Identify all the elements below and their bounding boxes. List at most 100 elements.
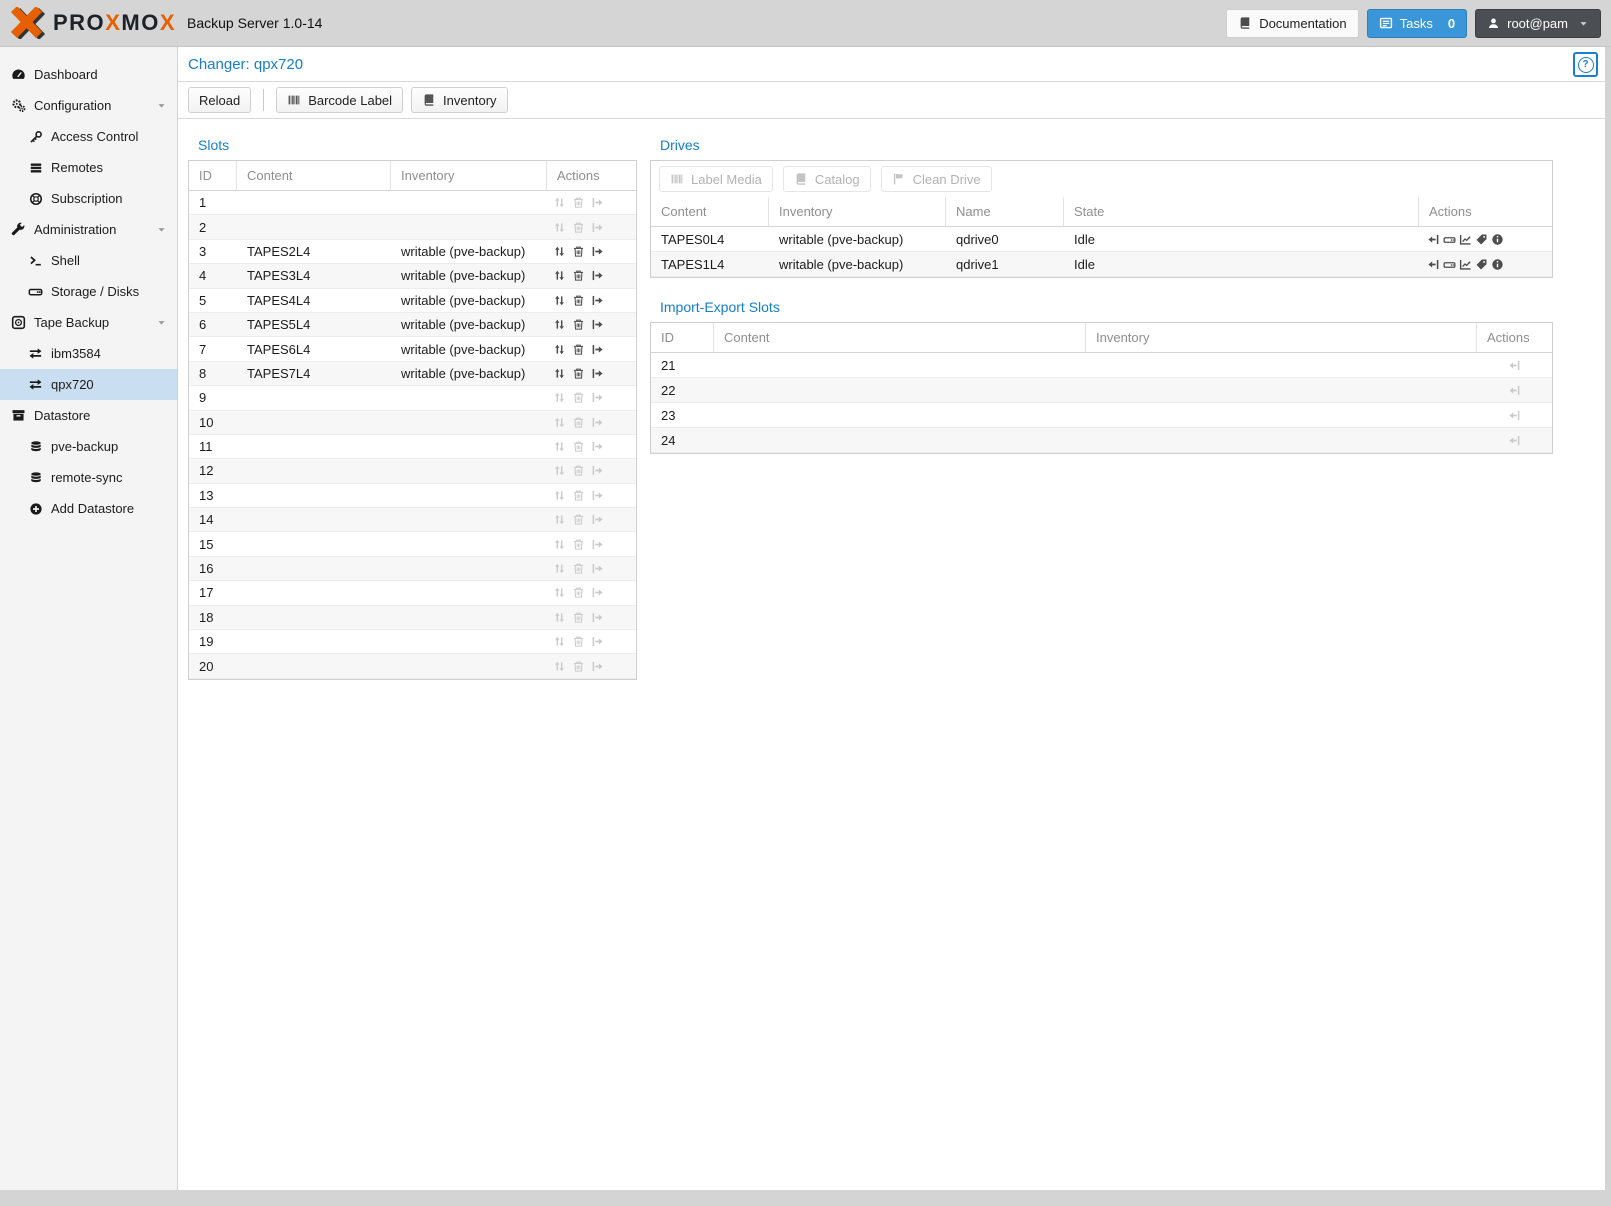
database-icon xyxy=(27,471,44,485)
sidebar-item-remote-sync[interactable]: remote-sync xyxy=(0,462,177,493)
column-header-inventory[interactable]: Inventory xyxy=(1086,323,1477,352)
trash-icon[interactable] xyxy=(572,318,585,331)
ie-slot-id: 22 xyxy=(651,383,714,398)
table-row[interactable]: 13 xyxy=(189,484,636,508)
load-icon[interactable] xyxy=(591,269,604,282)
trash-icon[interactable] xyxy=(572,343,585,356)
load-icon[interactable] xyxy=(591,245,604,258)
sidebar-item-qpx720[interactable]: qpx720 xyxy=(0,369,177,400)
column-header-id[interactable]: ID xyxy=(651,323,714,352)
sidebar-item-storage-disks[interactable]: Storage / Disks xyxy=(0,276,177,307)
table-row[interactable]: 8 TAPES7L4 writable (pve-backup) xyxy=(189,362,636,386)
user-menu-button[interactable]: root@pam xyxy=(1475,9,1601,38)
table-row[interactable]: 6 TAPES5L4 writable (pve-backup) xyxy=(189,313,636,337)
tag-icon[interactable] xyxy=(1475,233,1488,246)
table-row[interactable]: TAPES1L4 writable (pve-backup) qdrive1 I… xyxy=(651,252,1552,277)
trash-icon[interactable] xyxy=(572,245,585,258)
load-icon[interactable] xyxy=(591,343,604,356)
slot-actions xyxy=(547,318,636,331)
hdd-icon[interactable] xyxy=(1443,258,1456,271)
table-row[interactable]: 24 xyxy=(651,428,1552,453)
chart-line-icon[interactable] xyxy=(1459,233,1472,246)
barcode-label-button[interactable]: Barcode Label xyxy=(276,87,403,113)
sidebar-item-ibm3584[interactable]: ibm3584 xyxy=(0,338,177,369)
column-header-state[interactable]: State xyxy=(1064,197,1419,226)
sidebar-item-tape-backup[interactable]: Tape Backup xyxy=(0,307,177,338)
slot-id: 14 xyxy=(189,512,237,527)
column-header-inventory[interactable]: Inventory xyxy=(391,161,547,190)
column-header-actions[interactable]: Actions xyxy=(547,161,636,190)
info-icon[interactable] xyxy=(1491,233,1504,246)
table-row[interactable]: 23 xyxy=(651,403,1552,428)
table-row[interactable]: 15 xyxy=(189,532,636,556)
table-row[interactable]: 1 xyxy=(189,191,636,215)
sidebar-item-datastore[interactable]: Datastore xyxy=(0,400,177,431)
unload-icon[interactable] xyxy=(1427,233,1440,246)
load-icon xyxy=(591,660,604,673)
table-row[interactable]: 17 xyxy=(189,581,636,605)
table-row[interactable]: 16 xyxy=(189,557,636,581)
transfer-icon[interactable] xyxy=(553,343,566,356)
table-row[interactable]: 12 xyxy=(189,459,636,483)
trash-icon[interactable] xyxy=(572,294,585,307)
table-row[interactable]: 18 xyxy=(189,606,636,630)
reload-button[interactable]: Reload xyxy=(188,87,251,113)
table-row[interactable]: 3 TAPES2L4 writable (pve-backup) xyxy=(189,240,636,264)
table-row[interactable]: 9 xyxy=(189,386,636,410)
chart-line-icon[interactable] xyxy=(1459,258,1472,271)
tasks-button[interactable]: Tasks 0 xyxy=(1367,9,1467,38)
transfer-icon xyxy=(553,489,566,502)
tag-icon[interactable] xyxy=(1475,258,1488,271)
drive-content: TAPES0L4 xyxy=(651,232,769,247)
transfer-icon xyxy=(553,391,566,404)
sidebar-item-subscription[interactable]: Subscription xyxy=(0,183,177,214)
plus-circle-icon xyxy=(27,502,44,516)
column-header-id[interactable]: ID xyxy=(189,161,237,190)
sidebar-item-access-control[interactable]: Access Control xyxy=(0,121,177,152)
sidebar-item-add-datastore[interactable]: Add Datastore xyxy=(0,493,177,524)
sidebar-item-administration[interactable]: Administration xyxy=(0,214,177,245)
hdd-icon[interactable] xyxy=(1443,233,1456,246)
table-row[interactable]: 2 xyxy=(189,215,636,239)
trash-icon[interactable] xyxy=(572,367,585,380)
trash-icon[interactable] xyxy=(572,269,585,282)
sidebar-item-configuration[interactable]: Configuration xyxy=(0,90,177,121)
column-header-inventory[interactable]: Inventory xyxy=(769,197,946,226)
unload-icon[interactable] xyxy=(1427,258,1440,271)
table-row[interactable]: 11 xyxy=(189,435,636,459)
load-icon[interactable] xyxy=(591,367,604,380)
sidebar-item-shell[interactable]: Shell xyxy=(0,245,177,276)
column-header-name[interactable]: Name xyxy=(946,197,1064,226)
table-row[interactable]: 19 xyxy=(189,630,636,654)
load-icon[interactable] xyxy=(591,318,604,331)
column-header-content[interactable]: Content xyxy=(237,161,391,190)
hdd-icon xyxy=(27,284,44,299)
table-row[interactable]: 22 xyxy=(651,378,1552,403)
column-header-actions[interactable]: Actions xyxy=(1419,197,1552,226)
table-row[interactable]: 21 xyxy=(651,353,1552,378)
transfer-icon[interactable] xyxy=(553,245,566,258)
sidebar-item-remotes[interactable]: Remotes xyxy=(0,152,177,183)
table-row[interactable]: TAPES0L4 writable (pve-backup) qdrive0 I… xyxy=(651,227,1552,252)
info-icon[interactable] xyxy=(1491,258,1504,271)
table-row[interactable]: 14 xyxy=(189,508,636,532)
help-button[interactable]: ? xyxy=(1573,52,1598,77)
column-header-content[interactable]: Content xyxy=(651,197,769,226)
table-row[interactable]: 4 TAPES3L4 writable (pve-backup) xyxy=(189,264,636,288)
transfer-icon[interactable] xyxy=(553,318,566,331)
transfer-icon[interactable] xyxy=(553,269,566,282)
sidebar-item-dashboard[interactable]: Dashboard xyxy=(0,59,177,90)
sidebar-item-pve-backup[interactable]: pve-backup xyxy=(0,431,177,462)
column-header-content[interactable]: Content xyxy=(714,323,1086,352)
inventory-button[interactable]: Inventory xyxy=(411,87,507,113)
column-header-actions[interactable]: Actions xyxy=(1477,323,1552,352)
table-row[interactable]: 20 xyxy=(189,654,636,678)
load-icon[interactable] xyxy=(591,294,604,307)
table-row[interactable]: 5 TAPES4L4 writable (pve-backup) xyxy=(189,289,636,313)
table-row[interactable]: 7 TAPES6L4 writable (pve-backup) xyxy=(189,337,636,361)
slot-inventory: writable (pve-backup) xyxy=(391,342,547,357)
transfer-icon[interactable] xyxy=(553,367,566,380)
transfer-icon[interactable] xyxy=(553,294,566,307)
table-row[interactable]: 10 xyxy=(189,411,636,435)
documentation-button[interactable]: Documentation xyxy=(1226,9,1358,38)
